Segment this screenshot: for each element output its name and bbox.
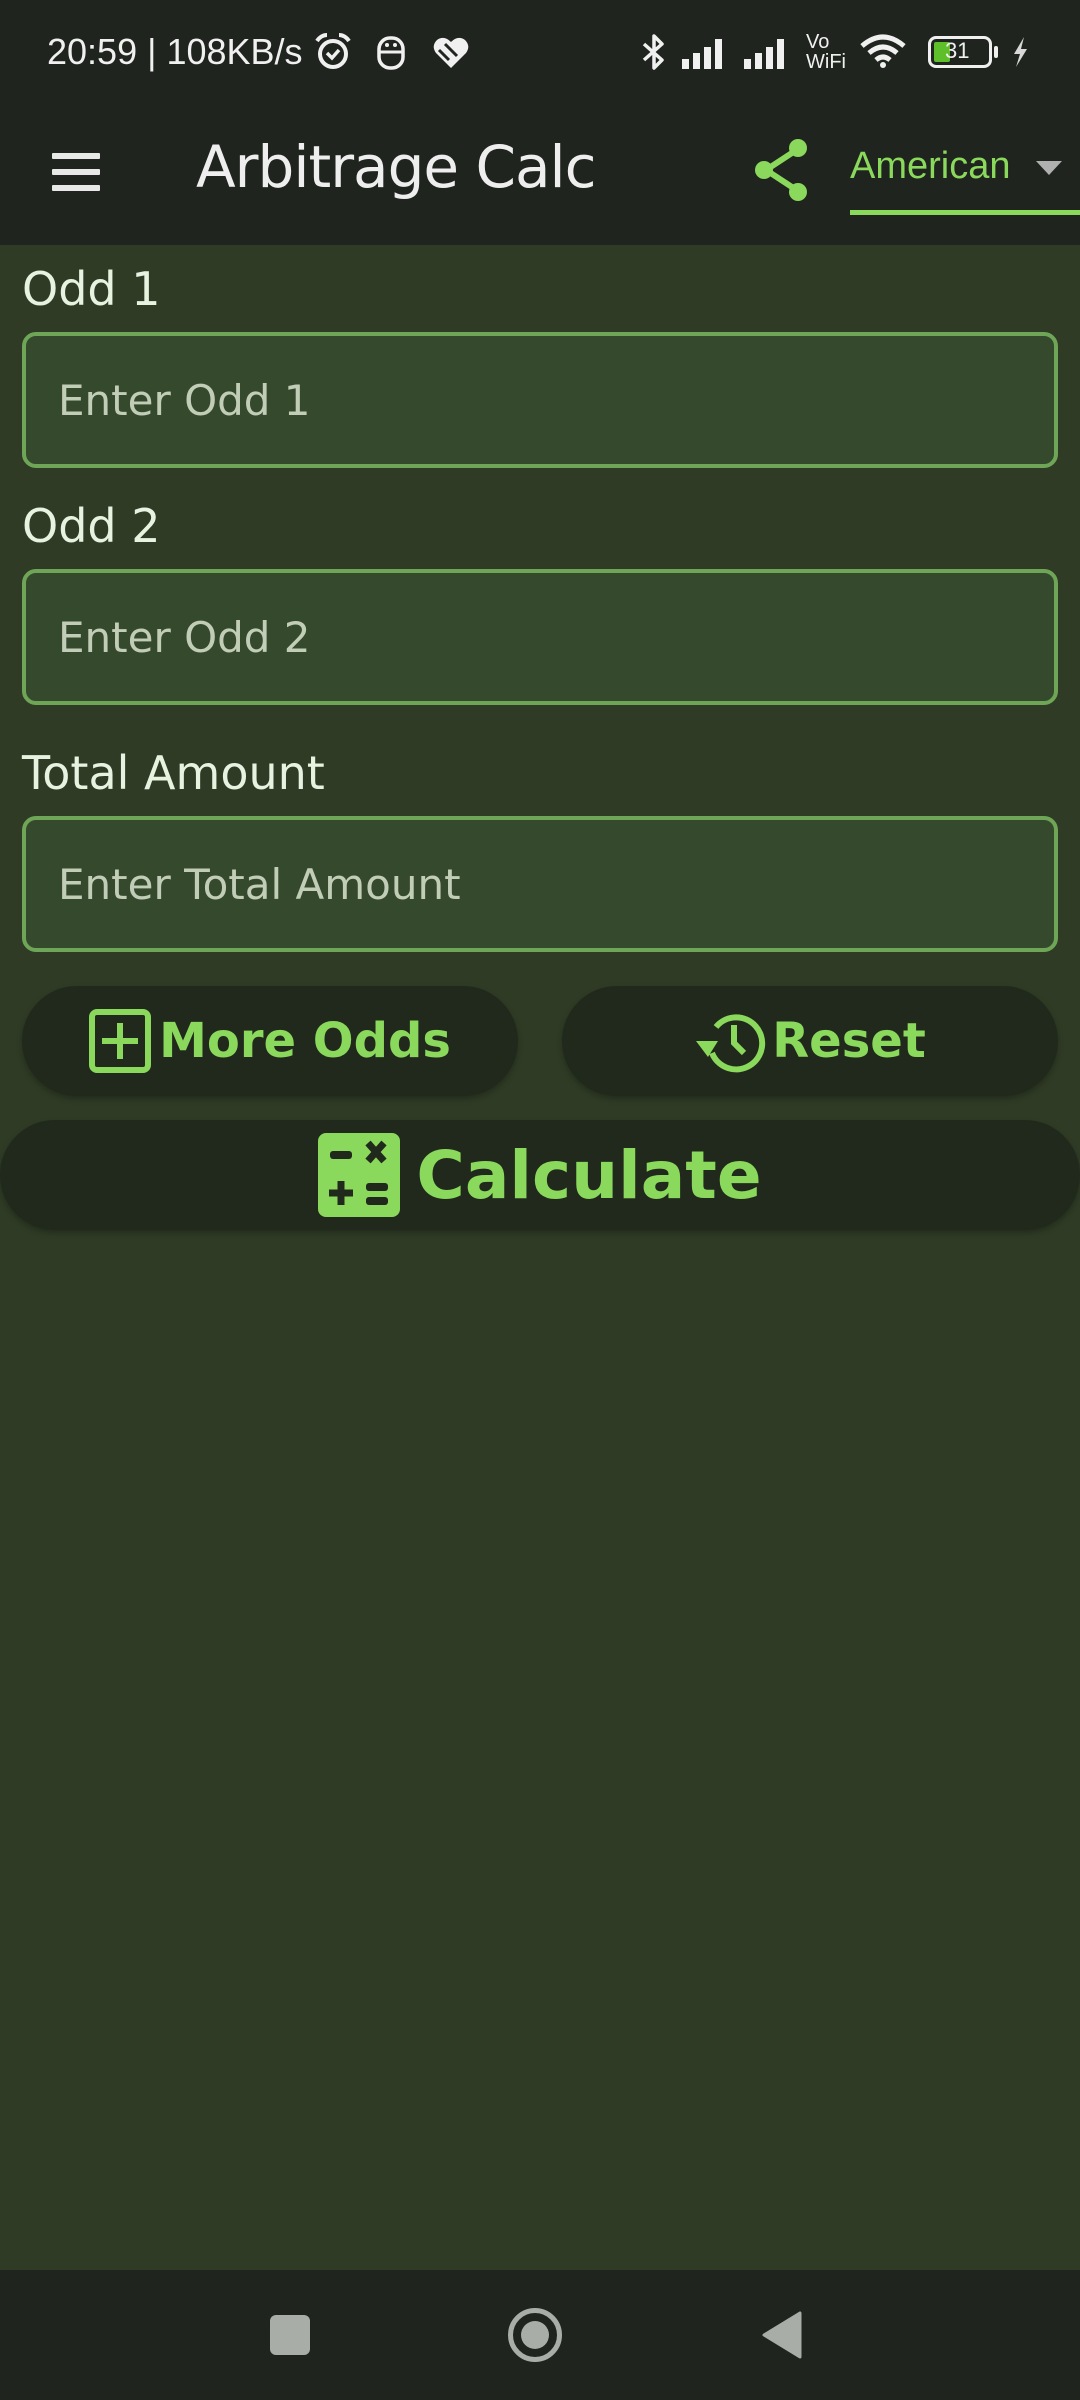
odds-format-dropdown[interactable]: American bbox=[850, 135, 1080, 215]
heart-app-icon bbox=[433, 37, 468, 68]
back-triangle-icon[interactable] bbox=[760, 2310, 804, 2360]
signal-1-icon bbox=[682, 39, 723, 69]
share-icon[interactable] bbox=[752, 137, 812, 203]
calculate-label: Calculate bbox=[416, 1136, 762, 1214]
signal-2-icon bbox=[744, 39, 785, 69]
battery-icon: 31 bbox=[928, 36, 998, 68]
hamburger-menu-icon[interactable] bbox=[48, 145, 106, 203]
app-bar: Arbitrage Calc American bbox=[0, 105, 1080, 245]
more-odds-button[interactable]: More Odds bbox=[22, 986, 518, 1096]
history-icon bbox=[696, 1014, 766, 1073]
clock: 20:59 bbox=[47, 31, 138, 72]
battery-level: 31 bbox=[945, 38, 970, 63]
app-notification-icon bbox=[376, 36, 405, 70]
calculator-icon bbox=[318, 1133, 401, 1217]
vowifi-bottom: WiFi bbox=[806, 51, 846, 73]
navigation-bar bbox=[0, 2270, 1080, 2400]
reset-button[interactable]: Reset bbox=[562, 986, 1058, 1096]
battery-tip bbox=[994, 46, 998, 58]
bluetooth-icon bbox=[642, 34, 664, 70]
odd-1-input[interactable] bbox=[26, 336, 1054, 464]
alarm-icon bbox=[314, 33, 351, 69]
more-odds-label: More Odds bbox=[159, 1013, 451, 1069]
status-right: Vo WiFi 31 bbox=[640, 30, 1030, 74]
odd-2-label: Odd 2 bbox=[22, 499, 161, 553]
status-separator: | bbox=[147, 31, 157, 72]
home-circle-icon[interactable] bbox=[508, 2308, 562, 2362]
network-speed: 108KB/s bbox=[166, 31, 303, 72]
odds-format-value: American bbox=[850, 145, 1011, 187]
vowifi-icon: Vo WiFi bbox=[806, 32, 846, 72]
status-bar: 20:59 | 108KB/s Vo WiFi 31 bbox=[0, 0, 1080, 105]
odd-2-field[interactable] bbox=[22, 569, 1058, 705]
odd-2-input[interactable] bbox=[26, 573, 1054, 701]
odd-1-label: Odd 1 bbox=[22, 262, 161, 316]
total-amount-input[interactable] bbox=[26, 820, 1054, 948]
home-circle-inner bbox=[521, 2321, 549, 2349]
reset-label: Reset bbox=[772, 1013, 926, 1069]
calculate-button[interactable]: Calculate bbox=[0, 1120, 1080, 1230]
status-left: 20:59 | 108KB/s bbox=[47, 30, 471, 74]
app-title: Arbitrage Calc bbox=[196, 133, 597, 201]
charging-icon bbox=[1014, 37, 1027, 67]
chevron-down-icon bbox=[1036, 161, 1062, 175]
total-amount-label: Total Amount bbox=[22, 746, 325, 800]
total-amount-field[interactable] bbox=[22, 816, 1058, 952]
plus-square-icon bbox=[89, 1009, 152, 1073]
recents-square-icon[interactable] bbox=[270, 2315, 310, 2355]
wifi-icon bbox=[860, 34, 906, 68]
odd-1-field[interactable] bbox=[22, 332, 1058, 468]
vowifi-top: Vo bbox=[806, 31, 830, 53]
